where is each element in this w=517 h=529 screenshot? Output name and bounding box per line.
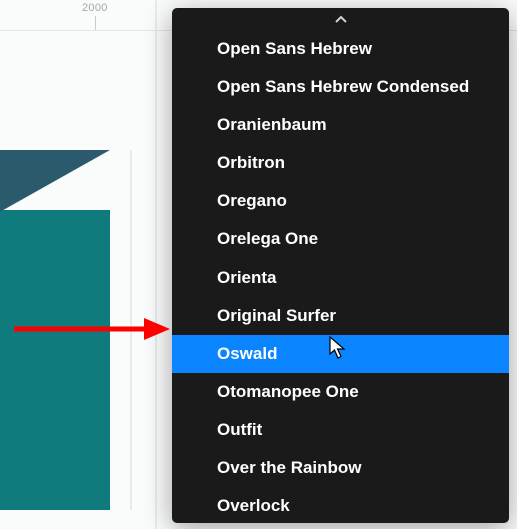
ruler-tick-2000: 2000 xyxy=(82,2,108,14)
font-item-orbitron[interactable]: Orbitron xyxy=(172,144,509,182)
panel-divider xyxy=(155,0,157,529)
font-item-oswald[interactable]: Oswald xyxy=(172,335,509,373)
dropdown-scroll-up[interactable] xyxy=(172,8,509,30)
font-item-open-sans-hebrew[interactable]: Open Sans Hebrew xyxy=(172,30,509,68)
font-item-otomanopee-one[interactable]: Otomanopee One xyxy=(172,373,509,411)
font-item-outfit[interactable]: Outfit xyxy=(172,411,509,449)
font-item-orelega-one[interactable]: Orelega One xyxy=(172,220,509,258)
canvas-design-preview xyxy=(0,150,132,510)
font-item-oregano[interactable]: Oregano xyxy=(172,182,509,220)
font-item-oranienbaum[interactable]: Oranienbaum xyxy=(172,106,509,144)
font-item-original-surfer[interactable]: Original Surfer xyxy=(172,297,509,335)
font-item-overlock[interactable]: Overlock xyxy=(172,487,509,523)
font-list: Open Sans Hebrew Open Sans Hebrew Conden… xyxy=(172,30,509,523)
font-item-orienta[interactable]: Orienta xyxy=(172,259,509,297)
chevron-up-icon xyxy=(334,14,348,24)
font-item-open-sans-hebrew-condensed[interactable]: Open Sans Hebrew Condensed xyxy=(172,68,509,106)
font-dropdown[interactable]: Open Sans Hebrew Open Sans Hebrew Conden… xyxy=(172,8,509,523)
font-item-over-the-rainbow[interactable]: Over the Rainbow xyxy=(172,449,509,487)
